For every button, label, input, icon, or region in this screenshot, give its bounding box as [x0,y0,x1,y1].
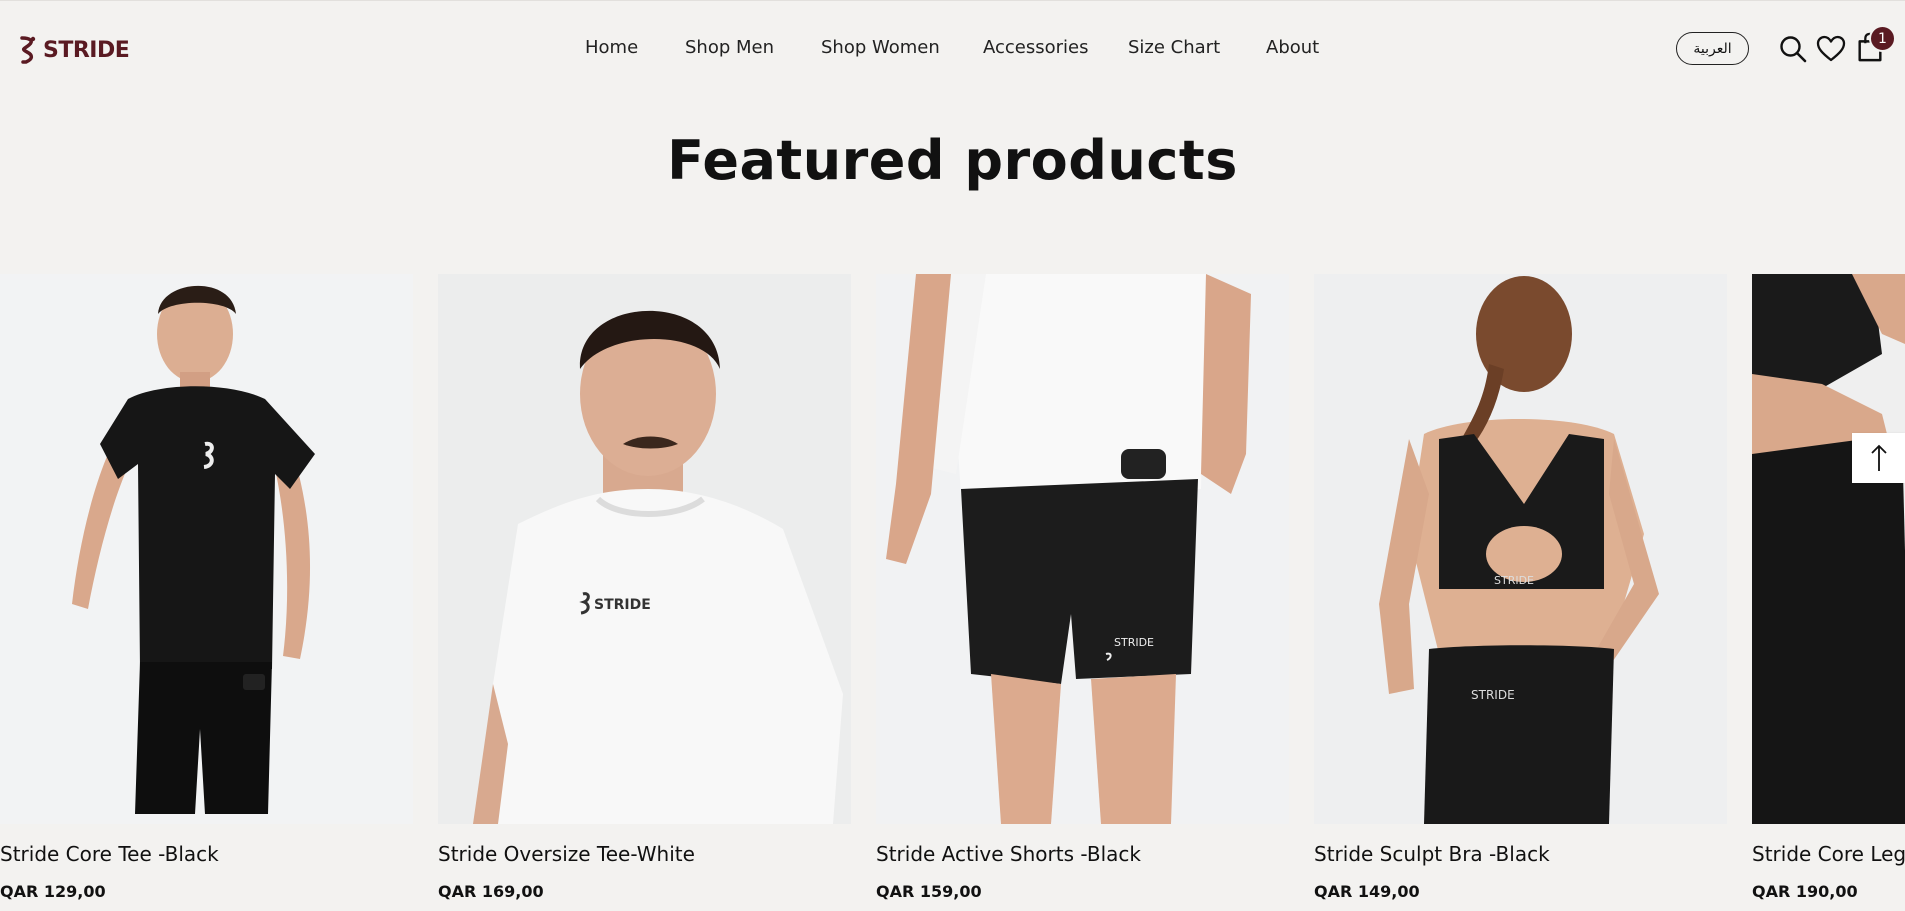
product-price: QAR 129,00 [0,882,106,901]
product-title[interactable]: Stride Core Legg [1752,842,1905,866]
nav-shop-men[interactable]: Shop Men [685,37,774,58]
nav-shop-women[interactable]: Shop Women [821,37,940,58]
product-title[interactable]: Stride Oversize Tee-White [438,842,695,866]
product-image[interactable] [1752,274,1905,824]
nav-accessories[interactable]: Accessories [983,37,1089,58]
nav-size-chart[interactable]: Size Chart [1128,37,1220,58]
product-card[interactable]: STRIDE STRIDE Stride Sculpt Bra -Black Q… [1314,274,1727,911]
product-title[interactable]: Stride Core Tee -Black [0,842,219,866]
product-title[interactable]: Stride Sculpt Bra -Black [1314,842,1550,866]
product-price: QAR 169,00 [438,882,544,901]
product-image[interactable]: STRIDE [438,274,851,824]
svg-text:STRIDE: STRIDE [1494,574,1534,587]
cart-count-badge: 1 [1869,25,1896,52]
svg-text:STRIDE: STRIDE [1471,688,1515,702]
main-nav: Home Shop Men Shop Women Accessories Siz… [0,37,1905,63]
arrow-up-icon [1870,444,1887,471]
section-title: Featured products [667,129,1238,192]
product-card[interactable]: Stride Core Legg QAR 190,00 [1752,274,1905,911]
language-switch-button[interactable]: العربية [1676,32,1749,65]
product-card[interactable]: STRIDE Stride Active Shorts -Black QAR 1… [876,274,1289,911]
product-image[interactable]: STRIDE STRIDE [1314,274,1727,824]
product-image[interactable] [0,274,413,824]
nav-about[interactable]: About [1266,37,1319,58]
product-price: QAR 149,00 [1314,882,1420,901]
site-header: STRIDE Home Shop Men Shop Women Accessor… [0,1,1905,97]
nav-home[interactable]: Home [585,37,638,58]
search-icon[interactable] [1778,34,1808,64]
svg-text:STRIDE: STRIDE [594,597,651,613]
product-price: QAR 159,00 [876,882,982,901]
product-card[interactable]: Stride Core Tee -Black QAR 129,00 [0,274,413,911]
page: STRIDE Home Shop Men Shop Women Accessor… [0,0,1905,911]
product-card[interactable]: STRIDE Stride Oversize Tee-White QAR 169… [438,274,851,911]
scroll-to-top-button[interactable] [1852,433,1905,483]
heart-icon[interactable] [1816,34,1846,64]
product-title[interactable]: Stride Active Shorts -Black [876,842,1141,866]
product-image[interactable]: STRIDE [876,274,1289,824]
svg-text:STRIDE: STRIDE [1114,636,1154,649]
product-price: QAR 190,00 [1752,882,1858,901]
